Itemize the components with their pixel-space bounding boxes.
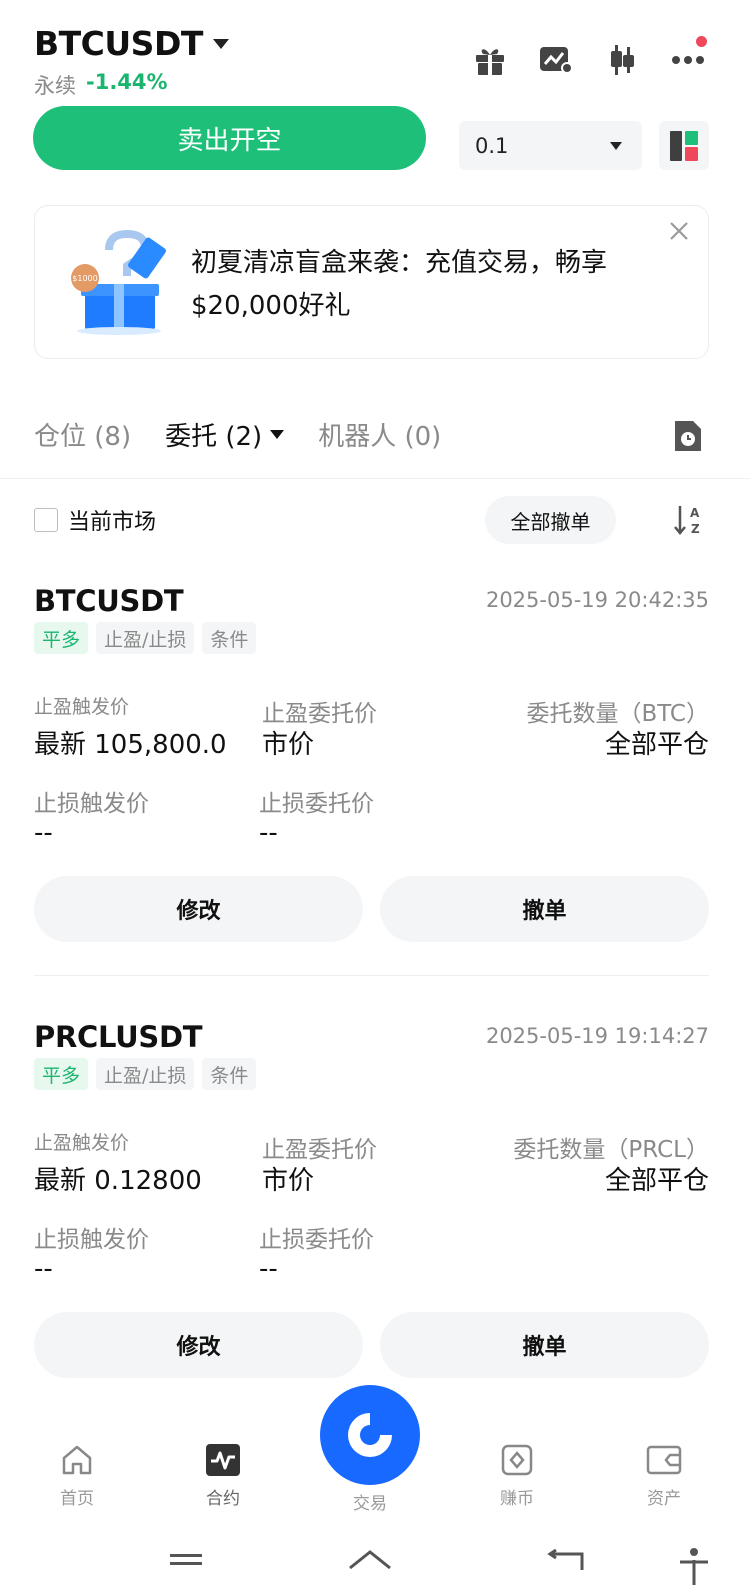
tab-label: 委托 (2) [165,422,263,452]
tab-label: 机器人 (0) [318,422,442,452]
order-time: 2025-05-19 19:14:27 [485,1024,709,1048]
order-card: BTCUSDT 2025-05-19 20:42:35 平多 止盈/止损 条件 … [0,566,750,976]
system-home-icon [349,1550,391,1570]
wallet-icon [646,1442,682,1478]
qty-label: 委托数量（BTC） [526,701,709,727]
card-divider [34,975,709,976]
tp-price-label: 止盈委托价 [262,1137,377,1163]
qty-label: 委托数量（PRCL） [513,1137,709,1163]
cancel-order-button[interactable]: 撤单 [380,876,709,942]
order-card: PRCLUSDT 2025-05-19 19:14:27 平多 止盈/止损 条件… [0,1002,750,1402]
tab-orders[interactable]: 委托 (2) [165,416,285,453]
modify-button[interactable]: 修改 [34,1312,363,1378]
orderbook-layout-icon [670,130,698,161]
tp-price-value: 市价 [262,730,315,760]
tp-price-label: 止盈委托价 [262,701,377,727]
order-history-icon[interactable] [673,419,703,453]
home-icon [59,1442,95,1478]
sl-price-label: 止损委托价 [259,791,374,817]
order-pair: PRCLUSDT [34,1020,203,1054]
order-tabs: 仓位 (8) 委托 (2) 机器人 (0) [34,416,475,453]
type-tag: 止盈/止损 [96,1058,195,1090]
sl-price-value: -- [259,818,278,848]
cancel-order-button[interactable]: 撤单 [380,1312,709,1378]
tabs-divider [0,478,750,479]
tp-trigger-label: 止盈触发价 [34,1132,130,1154]
promo-text: 初夏清凉盲盒来袭：充值交易，畅享$20,000好礼 [191,248,608,321]
symbol-selector[interactable]: BTCUSDT [34,24,229,63]
contract-type: 永续 [34,74,76,98]
order-tags: 平多 止盈/止损 条件 [34,622,257,654]
system-back-icon [547,1548,584,1570]
current-market-checkbox[interactable] [34,508,58,532]
side-tag: 平多 [34,622,89,654]
tab-bots[interactable]: 机器人 (0) [318,416,441,453]
close-icon[interactable] [666,220,692,246]
nav-label: 合约 [206,1489,240,1509]
order-tags: 平多 止盈/止损 条件 [34,1058,257,1090]
sl-price-value: -- [259,1254,278,1284]
current-market-label: 当前市场 [68,510,157,535]
nav-assets[interactable]: 资产 [614,1442,714,1509]
caret-down-icon [212,38,229,49]
mystery-box-icon: $1000 [69,229,169,336]
svg-text:Z: Z [691,522,700,536]
symbol-name: BTCUSDT [34,24,203,63]
sl-price-label: 止损委托价 [259,1227,374,1253]
promo-banner[interactable]: $1000 初夏清凉盲盒来袭：充值交易，畅享$20,000好礼 [34,205,709,359]
gift-icon[interactable] [470,40,510,80]
order-time: 2025-05-19 20:42:35 [485,588,709,612]
sl-trigger-value: -- [34,1254,53,1284]
tp-trigger-value: 最新 105,800.0 [34,730,227,760]
nav-contract[interactable]: 合约 [173,1442,273,1509]
side-tag: 平多 [34,1058,89,1090]
accessibility-icon [680,1548,708,1585]
sl-trigger-label: 止损触发价 [34,1227,149,1253]
sl-trigger-label: 止损触发价 [34,791,149,817]
quantity-select[interactable]: 0.1 [459,121,642,170]
nav-label: 首页 [60,1489,94,1509]
condition-tag: 条件 [202,622,257,654]
svg-text:A: A [690,506,700,520]
chart-settings-icon[interactable] [536,40,576,80]
recent-apps-icon [170,1554,202,1565]
nav-label: 资产 [647,1489,681,1509]
nav-label: 交易 [353,1494,387,1514]
order-pair: BTCUSDT [34,584,184,618]
sl-trigger-value: -- [34,818,53,848]
contract-chart-icon [205,1442,241,1478]
system-nav-bar [0,1540,750,1585]
symbol-subline: 永续 -1.44% [34,70,168,100]
orderbook-layout-button[interactable] [659,121,709,170]
coin-label: $1000 [72,274,97,283]
caret-down-icon [270,430,285,439]
condition-tag: 条件 [202,1058,257,1090]
qty-value: 全部平仓 [604,730,709,760]
tp-price-value: 市价 [262,1166,315,1196]
qty-value: 全部平仓 [604,1166,709,1196]
candlestick-icon[interactable] [602,40,642,80]
tab-positions[interactable]: 仓位 (8) [34,416,131,453]
dropdown-arrow-icon [610,141,622,150]
price-change: -1.44% [86,70,168,94]
cancel-all-button[interactable]: 全部撤单 [485,496,616,544]
nav-earn[interactable]: 赚币 [467,1442,567,1509]
modify-button[interactable]: 修改 [34,876,363,942]
tp-trigger-label: 止盈触发价 [34,696,130,718]
trade-logo-icon [348,1413,392,1457]
current-market-filter[interactable]: 当前市场 [34,504,156,536]
notification-dot [696,36,707,47]
tp-trigger-value: 最新 0.12800 [34,1166,202,1196]
nav-label: 赚币 [500,1489,534,1509]
nav-trade-button[interactable] [320,1385,420,1485]
type-tag: 止盈/止损 [96,622,195,654]
quantity-value: 0.1 [475,133,509,158]
nav-home[interactable]: 首页 [27,1442,127,1509]
sell-short-button[interactable]: 卖出开空 [33,106,426,170]
tab-label: 仓位 (8) [34,422,132,452]
bottom-nav: 首页 合约 交易 赚币 资产 [0,1385,750,1520]
sort-az-icon[interactable]: AZ [672,503,706,537]
earn-icon [499,1442,535,1478]
